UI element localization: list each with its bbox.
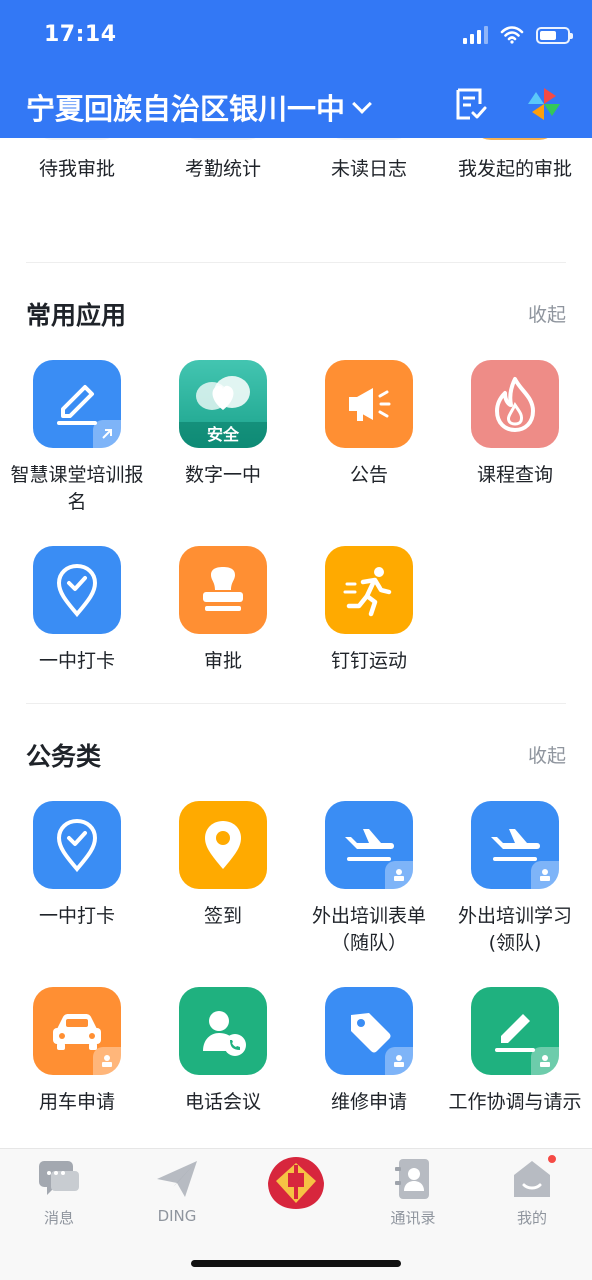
- app-label: 电话会议: [184, 1091, 261, 1113]
- edit-pen-icon: [471, 987, 559, 1075]
- work-coordination-app[interactable]: 工作协调与请示: [442, 987, 588, 1116]
- battery-icon: [536, 26, 573, 44]
- app-label: 智慧课堂培训报名: [10, 464, 144, 513]
- colorful-pinwheel-icon: [528, 88, 560, 120]
- checklist-icon: [456, 88, 487, 120]
- app-label: 考勤统计: [184, 158, 261, 180]
- app-label: 用车申请: [38, 1091, 115, 1113]
- app-label: 工作协调与请示: [448, 1091, 582, 1113]
- app-label: 未读日志: [330, 158, 407, 180]
- tab-label: 通讯录: [390, 1209, 436, 1227]
- top-header: 17:14 宁夏回族自治区银川一中: [0, 0, 592, 138]
- airplane-icon: [471, 801, 559, 889]
- person-badge-icon: [93, 1047, 121, 1075]
- app-label: 数字一中: [184, 464, 261, 486]
- app-label: 审批: [203, 650, 242, 672]
- chat-bubble-icon: [37, 1157, 81, 1201]
- app-label: 一中打卡: [38, 905, 115, 927]
- sign-in-app[interactable]: 签到: [150, 801, 296, 930]
- person-badge-icon: [385, 1047, 413, 1075]
- airplane-icon: [325, 801, 413, 889]
- link-badge-icon: [93, 420, 121, 448]
- course-query-app[interactable]: 课程查询: [442, 360, 588, 489]
- app-label: 公告: [349, 464, 388, 486]
- tab-label: 我的: [516, 1209, 547, 1227]
- edit-pen-icon: [33, 360, 121, 448]
- common-apps-title: 常用应用: [26, 301, 127, 330]
- tab-label: DING: [157, 1207, 197, 1225]
- yizhong-checkin-app[interactable]: 一中打卡: [4, 546, 150, 675]
- tab-school-home[interactable]: [241, 1153, 351, 1213]
- tab-me[interactable]: 我的: [477, 1153, 587, 1228]
- tab-label: 消息: [43, 1209, 74, 1227]
- app-label: 外出培训学习(领队): [457, 905, 572, 954]
- car-icon: [33, 987, 121, 1075]
- yizhong-checkin-office-app[interactable]: 一中打卡: [4, 801, 150, 930]
- app-label: 课程查询: [476, 464, 553, 486]
- paper-plane-icon: [155, 1157, 199, 1201]
- security-badge: 安全: [179, 422, 267, 448]
- repair-request-app[interactable]: 维修申请: [296, 987, 442, 1116]
- location-pin-icon: [179, 801, 267, 889]
- tab-messages[interactable]: 消息: [4, 1157, 114, 1228]
- phone-person-icon: [179, 987, 267, 1075]
- org-switcher[interactable]: 宁夏回族自治区银川一中: [26, 86, 372, 128]
- app-label: 外出培训表单（随队）: [311, 905, 426, 954]
- status-icons: [463, 26, 573, 44]
- app-label: 钉钉运动: [330, 650, 407, 672]
- app-label: 我发起的审批: [457, 158, 572, 180]
- location-check-icon: [33, 546, 121, 634]
- status-time: 17:14: [44, 22, 117, 47]
- notification-dot: [546, 1153, 558, 1165]
- megaphone-icon: [325, 360, 413, 448]
- app-label: 一中打卡: [38, 650, 115, 672]
- person-badge-icon: [531, 861, 559, 889]
- approval-app[interactable]: 审批: [150, 546, 296, 675]
- cellular-signal-icon: [463, 26, 488, 44]
- office-apps-title: 公务类: [26, 742, 102, 771]
- office-apps-collapse-button[interactable]: 收起: [528, 741, 566, 768]
- app-label: 签到: [203, 905, 242, 927]
- common-apps-collapse-button[interactable]: 收起: [528, 300, 566, 327]
- work-notes-button[interactable]: [452, 86, 488, 122]
- location-check-icon: [33, 801, 121, 889]
- dingtalk-sports-app[interactable]: 钉钉运动: [296, 546, 442, 675]
- tag-icon: [325, 987, 413, 1075]
- workbench-content: 待我审批 考勤统计 未读日志 我发起的审批 常用应用 收起 智慧课堂培训报名 安…: [0, 0, 592, 1148]
- pending-approval-shortcut[interactable]: 待我审批: [4, 92, 150, 183]
- person-badge-icon: [531, 1047, 559, 1075]
- home-profile-icon: [510, 1153, 558, 1201]
- home-indicator[interactable]: [191, 1260, 401, 1267]
- external-training-study-app[interactable]: 外出培训学习(领队): [442, 801, 588, 957]
- school-logo-icon: [264, 1153, 328, 1213]
- person-badge-icon: [385, 861, 413, 889]
- unread-logs-shortcut[interactable]: 未读日志: [296, 92, 442, 183]
- vehicle-request-app[interactable]: 用车申请: [4, 987, 150, 1116]
- conference-call-app[interactable]: 电话会议: [150, 987, 296, 1116]
- org-name: 宁夏回族自治区银川一中: [26, 92, 346, 126]
- chevron-down-icon: [352, 94, 372, 114]
- section-divider: [26, 703, 566, 704]
- contacts-icon: [391, 1157, 435, 1201]
- runner-icon: [325, 546, 413, 634]
- app-grid-button[interactable]: [526, 86, 562, 122]
- tab-contacts[interactable]: 通讯录: [358, 1157, 468, 1228]
- smart-classroom-training-app[interactable]: 智慧课堂培训报名: [4, 360, 150, 516]
- my-initiated-approval-shortcut[interactable]: 我发起的审批: [442, 92, 588, 183]
- app-label: 待我审批: [38, 158, 115, 180]
- app-label: 维修申请: [330, 1091, 407, 1113]
- stamp-icon: [179, 546, 267, 634]
- attendance-stats-shortcut[interactable]: 考勤统计: [150, 92, 296, 183]
- tab-ding[interactable]: DING: [122, 1157, 232, 1225]
- flame-icon: [471, 360, 559, 448]
- external-training-form-app[interactable]: 外出培训表单（随队）: [296, 801, 442, 957]
- cloud-heart-icon: 安全: [179, 360, 267, 448]
- announcement-app[interactable]: 公告: [296, 360, 442, 489]
- section-divider: [26, 262, 566, 263]
- digital-yizhong-app[interactable]: 安全 数字一中: [150, 360, 296, 489]
- wifi-icon: [500, 26, 524, 44]
